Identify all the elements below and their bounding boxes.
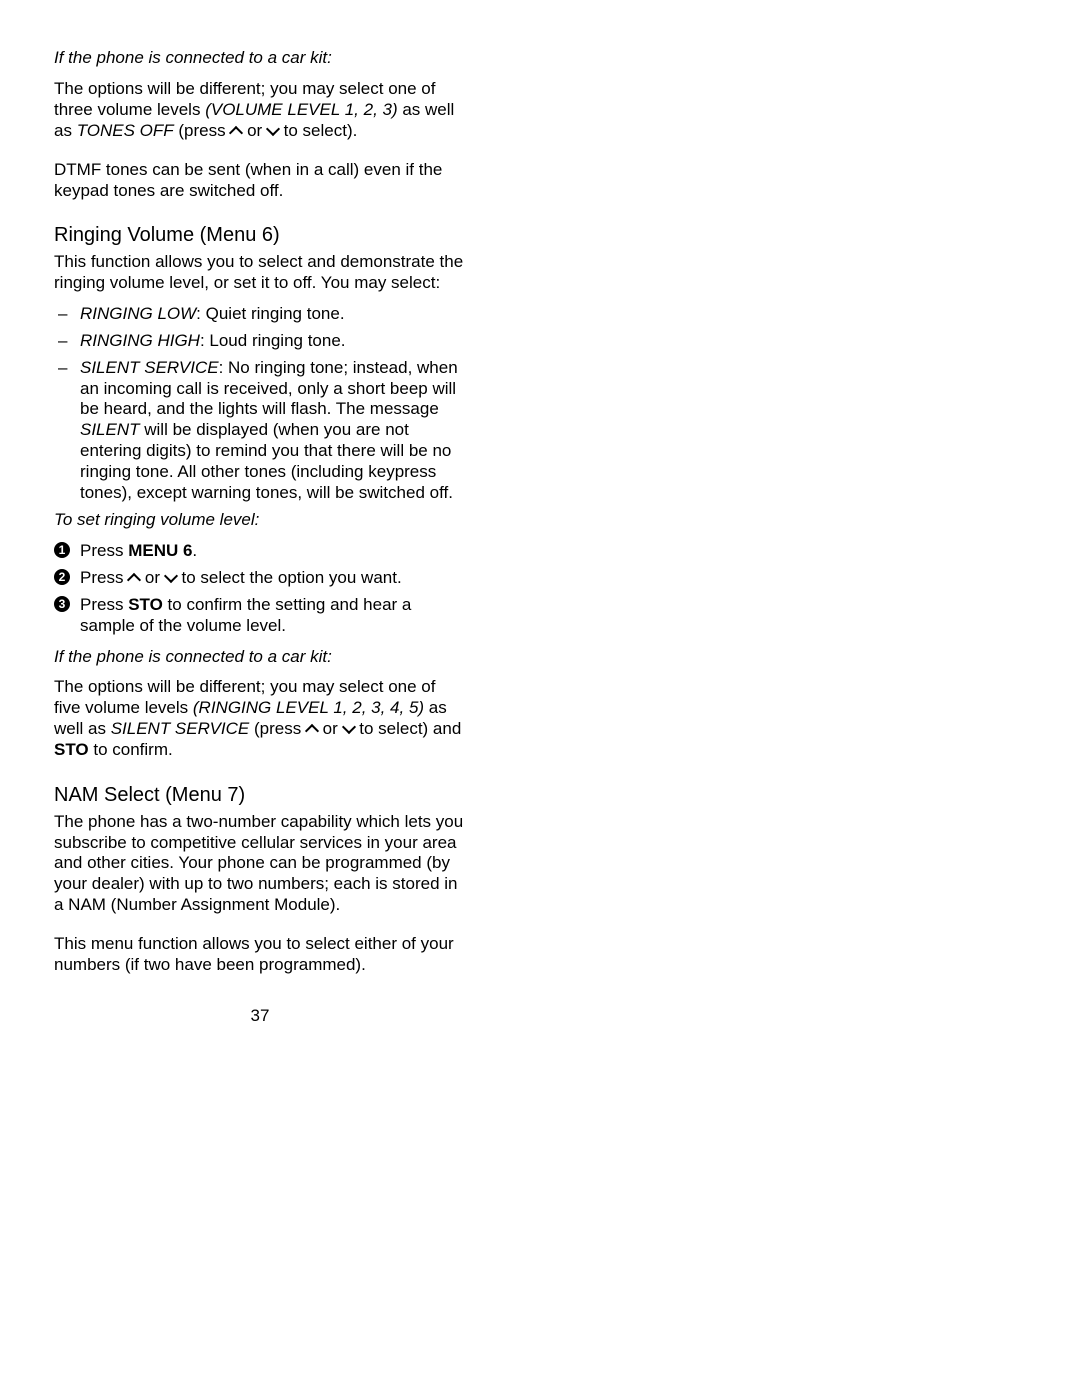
- silent-service-option: SILENT SERVICE: [111, 719, 250, 738]
- ringing-steps: Press MENU 6. Press or to select the opt…: [54, 541, 466, 637]
- list-item: SILENT SERVICE: No ringing tone; instead…: [54, 358, 466, 504]
- option-name: SILENT SERVICE: [80, 358, 219, 377]
- manual-page: If the phone is connected to a car kit: …: [0, 0, 1080, 1397]
- car-kit-note: If the phone is connected to a car kit:: [54, 647, 466, 668]
- text: to select).: [279, 121, 357, 140]
- nam-paragraph-2: This menu function allows you to select …: [54, 934, 466, 976]
- text: to select) and: [355, 719, 462, 738]
- down-arrow-icon: [344, 724, 354, 734]
- car-kit-options-paragraph: The options will be different; you may s…: [54, 79, 466, 142]
- key-label: MENU 6: [128, 541, 192, 560]
- up-arrow-icon: [307, 724, 317, 734]
- up-arrow-icon: [129, 573, 139, 583]
- car-kit-note: If the phone is connected to a car kit:: [54, 48, 466, 69]
- dtmf-paragraph: DTMF tones can be sent (when in a call) …: [54, 160, 466, 202]
- down-arrow-icon: [268, 126, 278, 136]
- step-text: Press: [80, 541, 128, 560]
- text: (press: [174, 121, 231, 140]
- text: or: [242, 121, 267, 140]
- ringing-level-option: (RINGING LEVEL 1, 2, 3, 4, 5): [193, 698, 424, 717]
- text: to confirm.: [89, 740, 173, 759]
- text: (press: [249, 719, 306, 738]
- car-kit-ringing-paragraph: The options will be different; you may s…: [54, 677, 466, 761]
- step-text: Press: [80, 568, 128, 587]
- step-text: to select the option you want.: [177, 568, 402, 587]
- tones-off-option: TONES OFF: [77, 121, 174, 140]
- page-number: 37: [54, 1006, 466, 1026]
- silent-display-text: SILENT: [80, 420, 140, 439]
- ringing-volume-heading: Ringing Volume (Menu 6): [54, 223, 466, 248]
- key-label: STO: [128, 595, 163, 614]
- nam-paragraph-1: The phone has a two-number capability wh…: [54, 812, 466, 917]
- list-item: RINGING HIGH: Loud ringing tone.: [54, 331, 466, 352]
- step-item: Press or to select the option you want.: [54, 568, 466, 589]
- text: or: [318, 719, 343, 738]
- step-text: or: [140, 568, 165, 587]
- option-desc: : Quiet ringing tone.: [196, 304, 344, 323]
- list-item: RINGING LOW: Quiet ringing tone.: [54, 304, 466, 325]
- ringing-intro: This function allows you to select and d…: [54, 252, 466, 294]
- down-arrow-icon: [166, 573, 176, 583]
- step-text: .: [192, 541, 197, 560]
- nam-select-heading: NAM Select (Menu 7): [54, 783, 466, 808]
- option-desc: : Loud ringing tone.: [200, 331, 346, 350]
- to-set-ringing-note: To set ringing volume level:: [54, 510, 466, 531]
- key-label: STO: [54, 740, 89, 759]
- step-item: Press STO to confirm the setting and hea…: [54, 595, 466, 637]
- step-item: Press MENU 6.: [54, 541, 466, 562]
- volume-level-option: (VOLUME LEVEL 1, 2, 3): [205, 100, 397, 119]
- text-column: If the phone is connected to a car kit: …: [54, 48, 466, 976]
- option-name: RINGING HIGH: [80, 331, 200, 350]
- ringing-options-list: RINGING LOW: Quiet ringing tone. RINGING…: [54, 304, 466, 504]
- step-text: Press: [80, 595, 128, 614]
- up-arrow-icon: [231, 126, 241, 136]
- option-name: RINGING LOW: [80, 304, 196, 323]
